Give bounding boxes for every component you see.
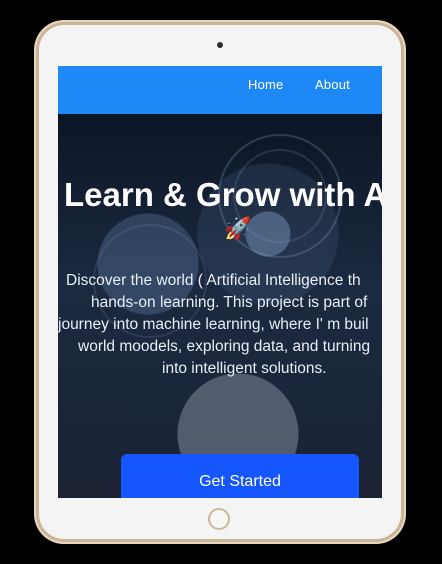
hero-description-line: journey into machine learning, where I' … (58, 316, 369, 333)
get-started-button[interactable]: Get Started (121, 454, 359, 498)
hero-description-line: into intelligent solutions. (162, 360, 327, 377)
hero-description-line: world moodels, exploring data, and turni… (78, 338, 371, 355)
hero-description-line: Discover the world ( Artificial Intellig… (66, 272, 361, 289)
hero-section: Learn & Grow with A 🚀 Discover the world… (58, 114, 382, 498)
hero-description-line: hands-on learning. This project is part … (91, 294, 368, 311)
screen: Home About Learn & Grow with A 🚀 Discove… (58, 66, 382, 498)
tablet-device-frame: Home About Learn & Grow with A 🚀 Discove… (36, 22, 404, 542)
rocket-icon: 🚀 (224, 216, 252, 241)
nav-link-home[interactable]: Home (248, 77, 283, 92)
hero-title: Learn & Grow with A (64, 176, 382, 213)
navbar: Home About (58, 66, 382, 114)
nav-link-about[interactable]: About (315, 77, 350, 92)
front-camera (217, 42, 223, 48)
home-button[interactable] (208, 508, 230, 530)
